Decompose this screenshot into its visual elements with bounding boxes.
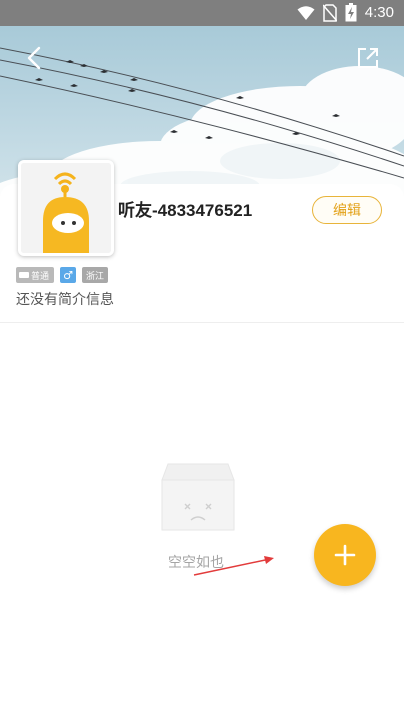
status-time: 4:30 <box>364 4 394 21</box>
empty-box-illustration <box>160 462 236 532</box>
profile-card <box>0 184 404 720</box>
empty-box-icon <box>161 463 235 531</box>
add-button[interactable] <box>314 524 376 586</box>
gender-tag: ♂ <box>60 267 76 283</box>
profile-tags: 普通 ♂ 浙江 <box>16 267 108 283</box>
male-icon: ♂ <box>63 268 73 282</box>
edit-profile-button[interactable]: 编辑 <box>312 196 382 224</box>
plus-icon <box>334 544 356 566</box>
mascot-avatar-image <box>21 163 111 253</box>
red-arrow-annotation <box>193 556 274 576</box>
status-bar: 4:30 <box>0 0 404 26</box>
section-divider <box>0 322 404 323</box>
back-button[interactable] <box>20 44 48 72</box>
status-icons: 4:30 <box>297 3 394 22</box>
battery-icon <box>345 3 357 22</box>
level-tag-label: 普通 <box>31 271 50 282</box>
back-arrow-icon <box>27 46 41 70</box>
nickname: 听友-4833476521 <box>118 201 253 220</box>
wifi-icon <box>297 5 315 20</box>
share-button[interactable] <box>354 44 382 72</box>
share-icon <box>358 48 378 68</box>
level-tag: 普通 <box>16 267 54 283</box>
region-tag: 浙江 <box>82 267 108 283</box>
region-tag-label: 浙江 <box>85 271 104 282</box>
avatar[interactable] <box>18 160 114 256</box>
level-badge-icon <box>19 272 29 278</box>
bio-text: 还没有简介信息 <box>16 292 114 308</box>
no-sim-icon <box>322 3 337 22</box>
